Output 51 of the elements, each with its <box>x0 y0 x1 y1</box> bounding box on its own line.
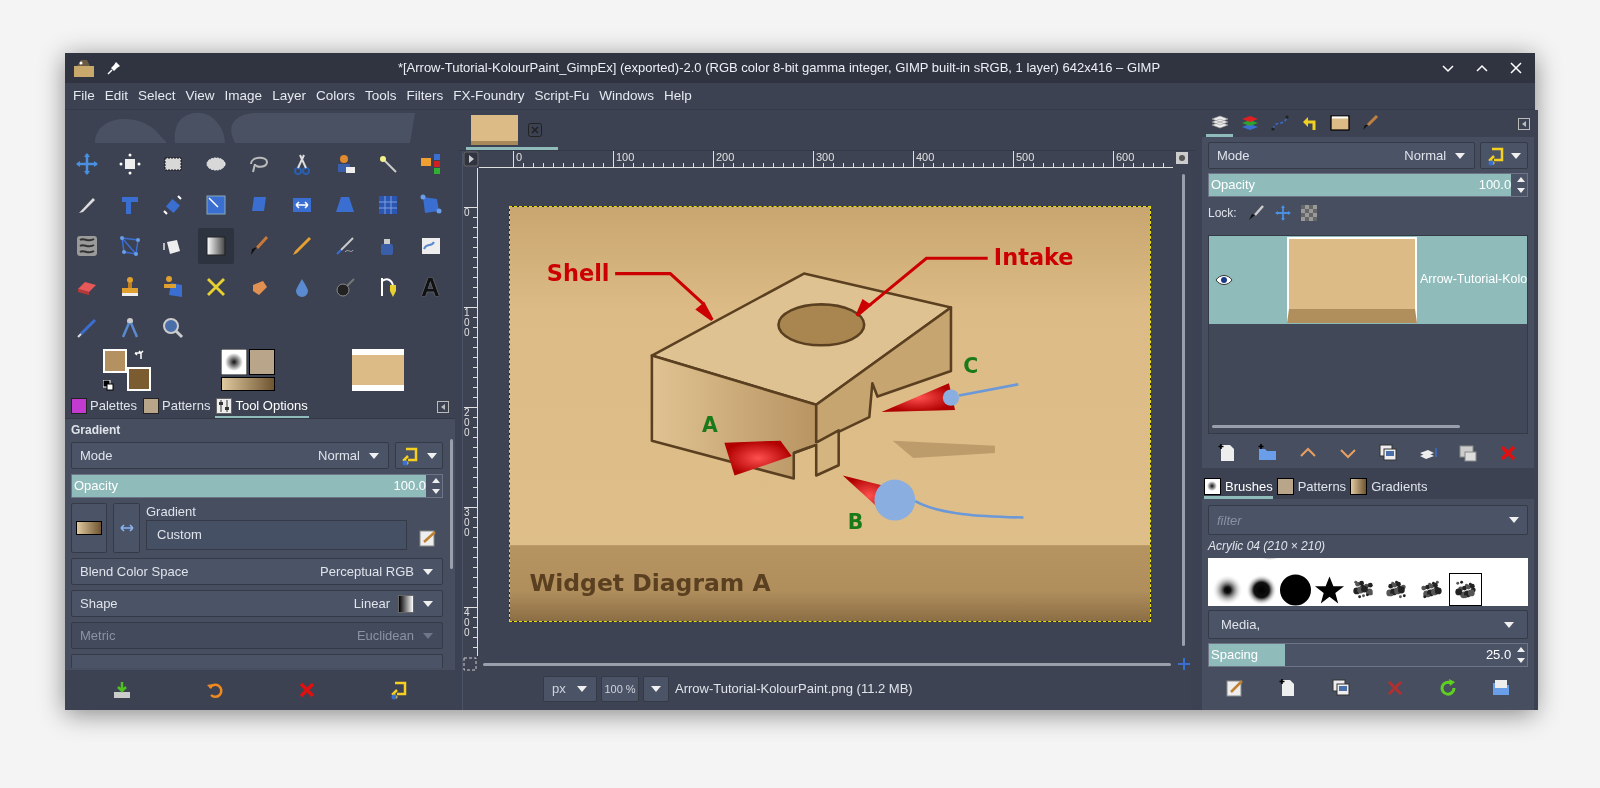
menu-item[interactable]: Image <box>219 85 268 107</box>
brush-name-text: Acrylic 04 (210 × 210) <box>1208 539 1327 554</box>
file-info-text: Arrow-Tutorial-KolourPaint.png (11.2 MB) <box>675 680 913 699</box>
menu-item[interactable]: Script-Fu <box>529 85 595 107</box>
dropdown-field[interactable]: Mode Normal <box>71 442 389 469</box>
dropdown-field[interactable]: Blend Color Space Perceptual RGB <box>71 558 443 585</box>
ruler-label: 400 <box>913 151 935 167</box>
ruler-label: 200 <box>713 151 735 167</box>
unit-dropdown[interactable]: px <box>543 676 597 702</box>
dock-tab[interactable]: Palettes <box>70 396 138 418</box>
ruler-label: 300 <box>813 151 835 167</box>
menu-item[interactable]: Filters <box>401 85 449 107</box>
menu-item[interactable]: Windows <box>594 85 659 107</box>
dropdown-field[interactable]: Shape Linear <box>71 590 443 617</box>
menu-item[interactable]: Help <box>659 85 697 107</box>
menu-item[interactable]: Layer <box>267 85 311 107</box>
callout-label: Intake <box>993 244 1074 271</box>
menu-item[interactable]: FX-Foundry <box>448 85 530 107</box>
dock-tab[interactable]: Patterns <box>142 396 212 418</box>
ruler-label: 100 <box>613 151 635 167</box>
ruler-label: 500 <box>1013 151 1035 167</box>
menu-item[interactable]: Edit <box>99 85 134 107</box>
dropdown-field[interactable]: Mode Normal <box>1208 142 1476 169</box>
menu-item[interactable]: Tools <box>359 85 402 107</box>
ruler-label: 400 <box>464 607 474 638</box>
dock-tab[interactable]: Gradients <box>1350 477 1428 499</box>
ruler-label: 0 <box>513 151 523 167</box>
filter-field[interactable]: filter <box>1208 505 1529 535</box>
ruler-label: 300 <box>464 507 474 538</box>
menu-item[interactable]: Colors <box>310 85 360 107</box>
section-title: Gradient <box>71 423 122 437</box>
menu-item[interactable]: Select <box>133 85 181 107</box>
marker-label: B <box>847 509 864 534</box>
gradient-name-field[interactable]: Custom <box>146 520 407 550</box>
marker-label: A <box>701 413 718 438</box>
tag-field[interactable]: Media, <box>1208 610 1529 639</box>
ruler-label: 600 <box>1113 151 1135 167</box>
ruler-label: 100 <box>464 307 474 338</box>
spacing-slider[interactable]: Spacing 25.0 <box>1208 643 1529 667</box>
callout-label: Shell <box>546 259 610 286</box>
marker-label: C <box>963 353 979 378</box>
menu-item[interactable]: View <box>180 85 220 107</box>
dock-tab[interactable]: Patterns <box>1276 477 1347 499</box>
ruler-label: 200 <box>464 407 474 438</box>
image-caption: Widget Diagram A <box>529 569 771 598</box>
zoom-field[interactable]: 100 % <box>601 676 639 702</box>
field-label: Gradient <box>146 503 197 520</box>
lock-label: Lock: <box>1208 204 1237 222</box>
window-title: *[Arrow-Tutorial-KolourPaint_GimpEx] (exported)-2.0 (RGB color 8-bit gamma integer, GIMP built-in sRGB, 1 layer) 642x416 – GIMP <box>396 59 1162 78</box>
menu-item[interactable]: File <box>68 85 100 107</box>
ruler-label: 0 <box>464 207 474 218</box>
